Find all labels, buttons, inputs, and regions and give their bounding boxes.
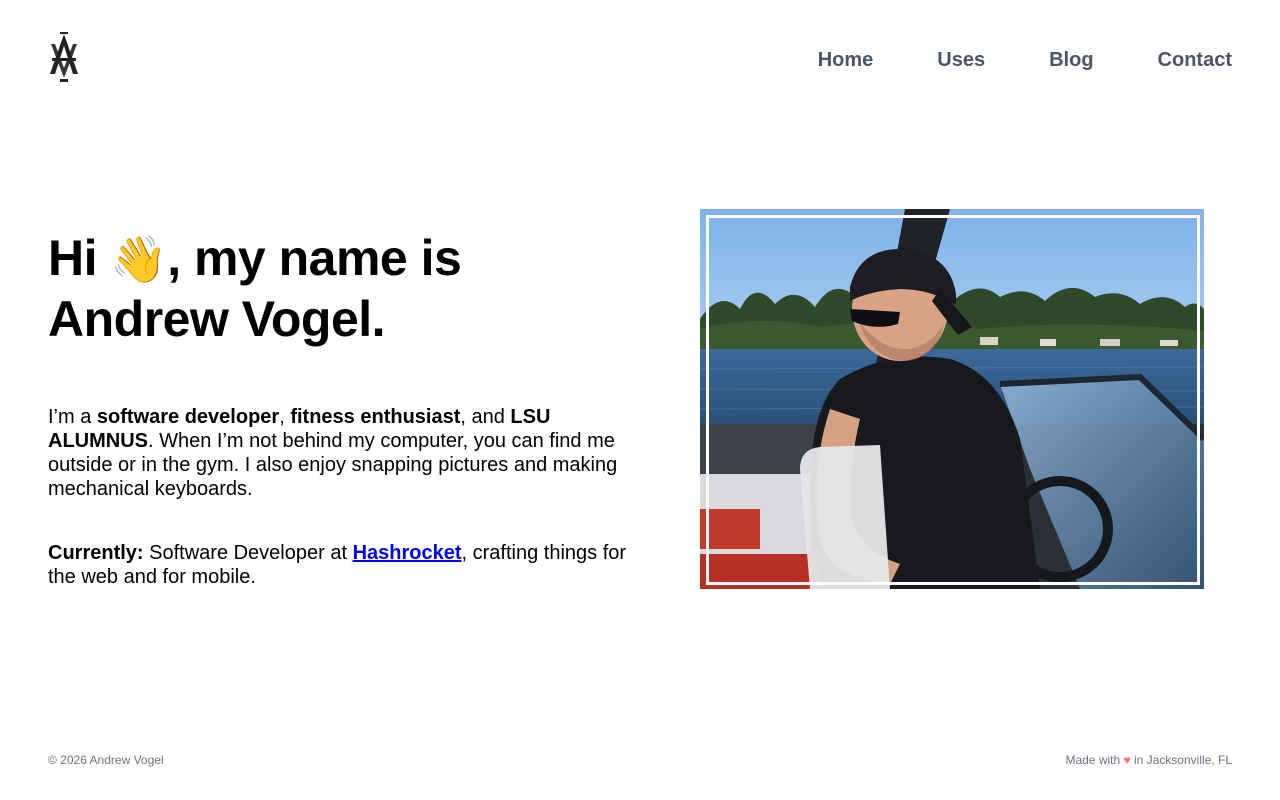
hero-heading: Hi 👋, my name is Andrew Vogel.: [48, 228, 648, 349]
profile-photo: [700, 209, 1204, 589]
current-job-paragraph: Currently: Software Developer at Hashroc…: [48, 541, 648, 589]
bio-role-developer: software developer: [96, 406, 280, 428]
current-text: Software Developer at: [143, 542, 353, 564]
main-nav: Home Uses Blog Contact: [818, 47, 1232, 73]
made-with-prefix: Made with: [1065, 753, 1124, 767]
waving-hand-icon: 👋: [110, 232, 168, 286]
hashrocket-link[interactable]: Hashrocket: [353, 542, 462, 564]
page: Home Uses Blog Contact Hi 👋, my name is …: [0, 0, 1280, 800]
current-label: Currently:: [48, 542, 144, 564]
bio-text: ,: [279, 406, 291, 428]
heading-greeting: Hi: [48, 230, 111, 286]
nav-uses-link[interactable]: Uses: [937, 47, 985, 73]
bio-text: , and: [460, 406, 511, 428]
bio-paragraph: I’m a software developer, fitness enthus…: [48, 405, 640, 501]
photo-illustration: [700, 209, 1204, 589]
hero-intro: Hi 👋, my name is Andrew Vogel. I’m a sof…: [48, 228, 648, 589]
bio-role-fitness: fitness enthusiast: [290, 406, 461, 428]
nav-home-link[interactable]: Home: [818, 47, 874, 73]
nav-contact-link[interactable]: Contact: [1158, 47, 1232, 73]
av-monogram-icon: [50, 32, 78, 82]
made-with-location: in Jacksonville, FL: [1130, 753, 1232, 767]
nav-blog-link[interactable]: Blog: [1049, 47, 1093, 73]
heading-intro: , my name is: [167, 230, 462, 286]
bio-text: I’m a: [48, 406, 97, 428]
copyright-text: © 2026 Andrew Vogel: [48, 753, 164, 767]
heading-name: Andrew Vogel.: [48, 291, 386, 347]
made-with-text: Made with ♥ in Jacksonville, FL: [1065, 753, 1232, 767]
site-header: Home Uses Blog Contact: [48, 32, 1232, 82]
heart-icon: ♥: [1123, 753, 1131, 767]
